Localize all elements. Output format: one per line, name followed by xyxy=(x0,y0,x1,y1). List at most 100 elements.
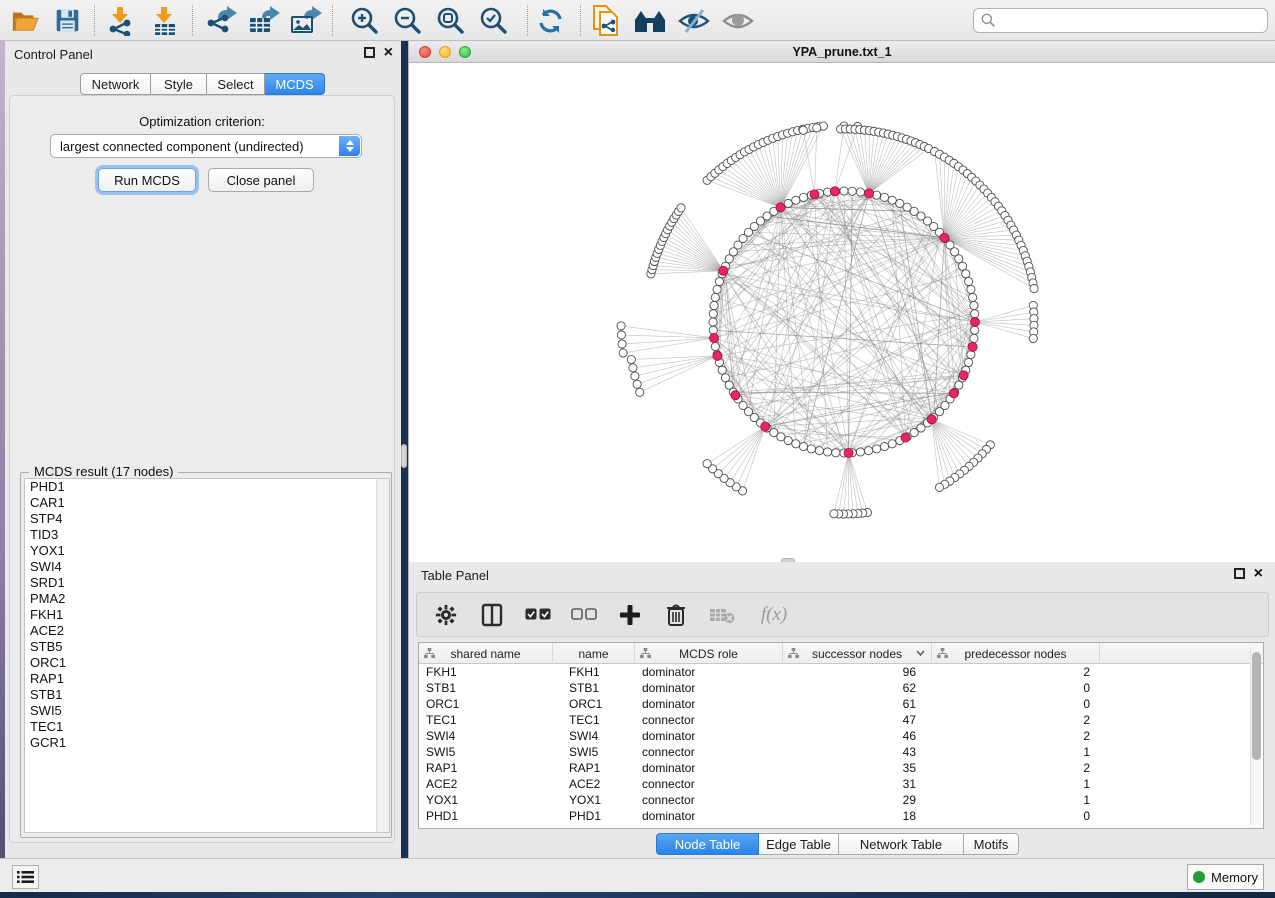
zoom-fit-button[interactable] xyxy=(432,4,470,37)
new-network-from-selection-button[interactable] xyxy=(587,4,625,37)
import-network-button[interactable] xyxy=(102,4,140,37)
zoom-in-button[interactable] xyxy=(346,4,384,37)
zoom-selected-button[interactable] xyxy=(475,4,513,37)
mcds-result-item[interactable]: PMA2 xyxy=(25,591,389,607)
tab-motifs[interactable]: Motifs xyxy=(964,833,1019,855)
show-all-button[interactable] xyxy=(719,4,757,37)
add-column-button[interactable] xyxy=(616,601,644,629)
network-graph[interactable] xyxy=(410,63,1275,561)
tab-node-table[interactable]: Node Table xyxy=(656,833,759,855)
select-all-button[interactable] xyxy=(524,601,552,629)
network-canvas[interactable] xyxy=(410,63,1275,561)
zoom-in-icon xyxy=(350,6,380,36)
mcds-result-item[interactable]: TID3 xyxy=(25,527,389,543)
table-row[interactable]: SWI4SWI4dominator462 xyxy=(419,728,1263,744)
close-table-panel-icon[interactable]: × xyxy=(1254,568,1263,579)
table-scrollbar-thumb[interactable] xyxy=(1252,652,1261,760)
mcds-list-scrollbar[interactable] xyxy=(376,479,389,832)
mcds-result-item[interactable]: TEC1 xyxy=(25,719,389,735)
close-panel-button[interactable]: Close panel xyxy=(208,168,314,192)
float-table-panel-icon[interactable] xyxy=(1234,568,1245,579)
mcds-result-item[interactable]: CAR1 xyxy=(25,495,389,511)
tab-style[interactable]: Style xyxy=(151,73,207,95)
node-table: shared name name MCDS role successor nod… xyxy=(418,642,1264,829)
table-panel-titlebar: Table Panel × xyxy=(409,562,1275,588)
mcds-result-item[interactable]: YOX1 xyxy=(25,543,389,559)
mcds-result-item[interactable]: SWI4 xyxy=(25,559,389,575)
mcds-result-item[interactable]: STB5 xyxy=(25,639,389,655)
memory-label: Memory xyxy=(1211,870,1258,885)
table-row[interactable]: SWI5SWI5connector431 xyxy=(419,744,1263,760)
optimization-criterion-select[interactable]: largest connected component (undirected) xyxy=(50,134,362,158)
control-panel-titlebar: Control Panel × xyxy=(5,41,401,67)
close-panel-icon[interactable]: × xyxy=(384,47,393,58)
column-header-successor-nodes[interactable]: successor nodes xyxy=(783,643,932,664)
mcds-result-item[interactable]: FKH1 xyxy=(25,607,389,623)
mcds-result-item[interactable]: SWI5 xyxy=(25,703,389,719)
refresh-view-button[interactable] xyxy=(532,4,570,37)
plus-icon xyxy=(619,604,641,626)
table-row[interactable]: YOX1YOX1connector291 xyxy=(419,792,1263,808)
task-history-button[interactable] xyxy=(12,865,39,889)
vertical-splitter-handle[interactable] xyxy=(401,444,407,468)
table-row[interactable]: ACE2ACE2connector311 xyxy=(419,776,1263,792)
tab-network[interactable]: Network xyxy=(80,73,151,95)
export-image-button[interactable] xyxy=(286,4,324,37)
table-row[interactable]: TEC1TEC1connector472 xyxy=(419,712,1263,728)
task-list-icon xyxy=(17,870,34,884)
tab-select[interactable]: Select xyxy=(207,73,265,95)
search-input[interactable] xyxy=(1001,11,1267,31)
memory-button[interactable]: Memory xyxy=(1187,864,1264,890)
dropdown-stepper-icon xyxy=(339,136,360,156)
function-builder-button[interactable]: f(x) xyxy=(754,601,794,629)
table-cell: FKH1 xyxy=(419,664,553,680)
column-header-name[interactable]: name xyxy=(553,643,635,664)
table-settings-button[interactable] xyxy=(432,601,460,629)
table-row[interactable]: STB1STB1dominator620 xyxy=(419,680,1263,696)
table-row[interactable]: FKH1FKH1dominator962 xyxy=(419,664,1263,680)
table-row[interactable]: ORC1ORC1dominator610 xyxy=(419,696,1263,712)
delete-table-button[interactable] xyxy=(708,601,736,629)
mcds-result-group: MCDS result (17 nodes) PHD1CAR1STP4TID3Y… xyxy=(20,472,392,838)
export-network-button[interactable] xyxy=(202,4,240,37)
show-columns-button[interactable] xyxy=(478,601,506,629)
mcds-result-item[interactable]: ORC1 xyxy=(25,655,389,671)
table-row[interactable]: PHD1PHD1dominator180 xyxy=(419,808,1263,824)
table-cell: SWI4 xyxy=(553,728,635,744)
mcds-result-item[interactable]: STB1 xyxy=(25,687,389,703)
column-header-predecessor-nodes[interactable]: predecessor nodes xyxy=(932,643,1100,664)
table-row[interactable]: RAP1RAP1dominator352 xyxy=(419,760,1263,776)
delete-column-button[interactable] xyxy=(662,601,690,629)
hide-selected-button[interactable] xyxy=(675,4,713,37)
zoom-out-button[interactable] xyxy=(389,4,427,37)
column-header-shared-name[interactable]: shared name xyxy=(419,643,553,664)
tab-edge-table[interactable]: Edge Table xyxy=(759,833,839,855)
tab-mcds[interactable]: MCDS xyxy=(265,73,325,95)
mcds-result-item[interactable]: ACE2 xyxy=(25,623,389,639)
deselect-all-button[interactable] xyxy=(570,601,598,629)
column-header-mcds-role[interactable]: MCDS role xyxy=(635,643,783,664)
float-panel-icon[interactable] xyxy=(364,47,375,58)
table-panel-title: Table Panel xyxy=(421,568,489,583)
run-mcds-button[interactable]: Run MCDS xyxy=(98,168,196,192)
network-view-window: YPA_prune.txt_1 xyxy=(408,41,1275,562)
main-toolbar xyxy=(0,0,1275,41)
table-scrollbar[interactable] xyxy=(1250,647,1261,825)
attribute-type-icon xyxy=(424,648,435,659)
first-neighbors-button[interactable] xyxy=(631,4,669,37)
mcds-result-item[interactable]: SRD1 xyxy=(25,575,389,591)
table-cell: dominator xyxy=(635,664,783,680)
network-window-titlebar[interactable]: YPA_prune.txt_1 xyxy=(409,41,1275,63)
search-box[interactable] xyxy=(973,8,1268,33)
mcds-result-group-title: MCDS result (17 nodes) xyxy=(29,464,178,479)
mcds-result-item[interactable]: RAP1 xyxy=(25,671,389,687)
import-table-button[interactable] xyxy=(146,4,184,37)
mcds-result-list[interactable]: PHD1CAR1STP4TID3YOX1SWI4SRD1PMA2FKH1ACE2… xyxy=(24,478,390,833)
mcds-result-item[interactable]: STP4 xyxy=(25,511,389,527)
mcds-result-item[interactable]: GCR1 xyxy=(25,735,389,751)
save-session-button[interactable] xyxy=(48,4,86,37)
mcds-result-item[interactable]: PHD1 xyxy=(25,479,389,495)
tab-network-table[interactable]: Network Table xyxy=(839,833,964,855)
open-file-button[interactable] xyxy=(6,4,44,37)
export-table-button[interactable] xyxy=(244,4,282,37)
